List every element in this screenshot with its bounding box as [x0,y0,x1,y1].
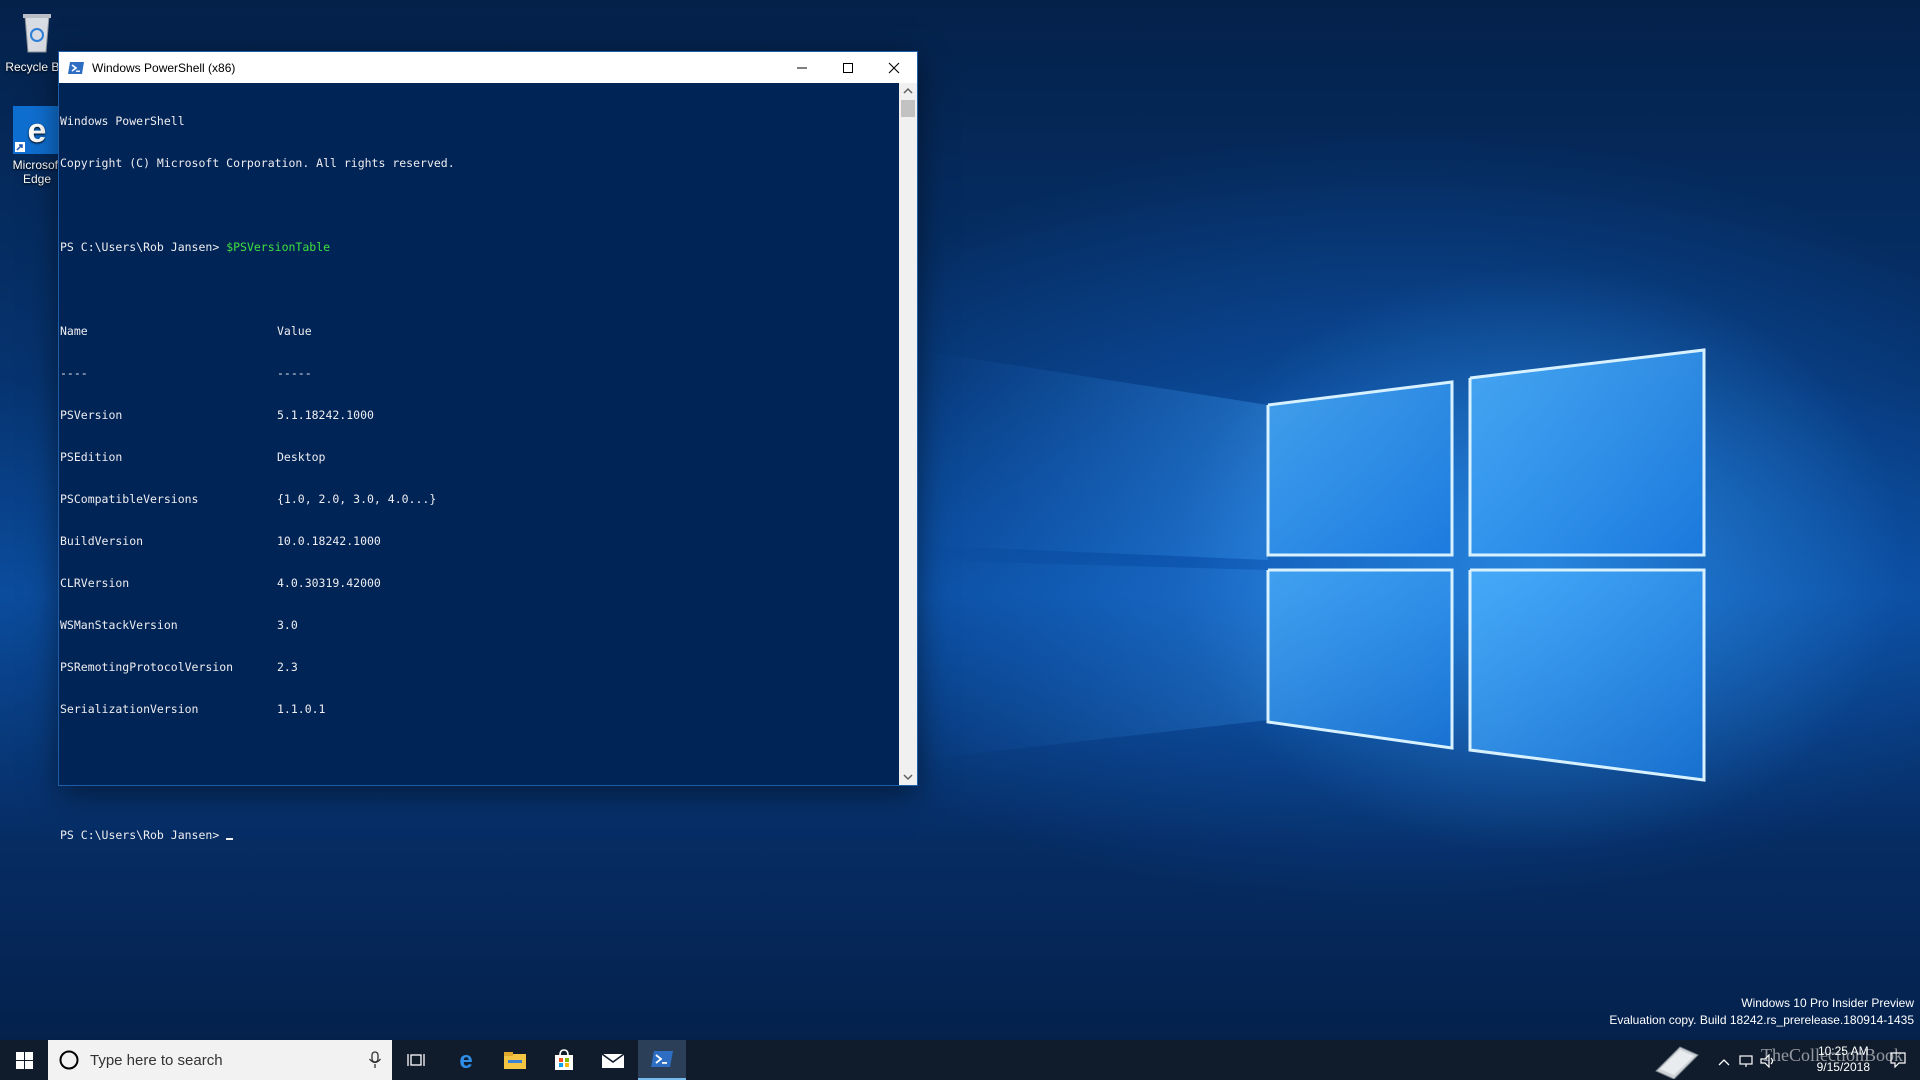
system-tray: TheCollectionBook 10:25 AM 9/15/2018 [1650,1040,1920,1080]
search-placeholder: Type here to search [90,1051,223,1069]
powershell-window[interactable]: Windows PowerShell (x86) Windows PowerSh… [59,52,917,842]
scroll-down-arrow-icon[interactable] [903,773,913,781]
prompt-text: PS C:\Users\Rob Jansen> [60,240,220,254]
table-rule-row: ---- ----- [60,366,899,380]
clock-time: 10:25 AM [1817,1044,1869,1058]
table-cell-value: 5.1.18242.1000 [277,408,374,422]
taskbar-mail[interactable] [589,1040,637,1080]
maximize-icon [843,62,853,73]
table-cell-name: CLRVersion [60,576,130,590]
taskbar-clock[interactable]: 10:25 AM 9/15/2018 [1817,1043,1870,1075]
store-icon [555,1049,573,1070]
start-button[interactable] [0,1040,48,1080]
banner-line: Windows PowerShell [60,114,185,128]
taskbar-edge[interactable]: e [442,1040,490,1080]
cortana-icon [59,1050,79,1070]
minimize-button[interactable] [779,52,825,83]
windows-logo-icon [15,1051,33,1069]
command-text: $PSVersionTable [226,240,331,254]
action-center-icon[interactable] [1890,1052,1906,1068]
table-cell-name: SerializationVersion [60,702,199,716]
table-cell-name: PSRemotingProtocolVersion [60,660,234,674]
table-rule-value: ----- [277,366,312,380]
recycle-bin-icon [13,8,61,56]
table-cell-name: PSVersion [60,408,123,422]
banner-line: Copyright (C) Microsoft Corporation. All… [60,156,455,170]
table-row: SerializationVersion 1.1.0.1 [60,702,899,716]
table-row: PSRemotingProtocolVersion 2.3 [60,660,899,674]
table-cell-name: PSCompatibleVersions [60,492,199,506]
taskbar-powershell[interactable] [638,1040,686,1080]
window-titlebar[interactable]: Windows PowerShell (x86) [59,52,917,83]
table-row: PSEdition Desktop [60,450,899,464]
table-cell-value: 2.3 [277,660,298,674]
table-cell-value: 3.0 [277,618,298,632]
close-button[interactable] [871,52,917,83]
watermark-edition: Windows 10 Pro Insider Preview [1741,996,1914,1010]
show-hidden-icons-icon[interactable] [1718,1058,1730,1066]
table-cell-value: {1.0, 2.0, 3.0, 4.0...} [277,492,437,506]
active-prompt-line[interactable]: PS C:\Users\Rob Jansen> [60,828,899,842]
text-cursor [226,838,234,840]
maximize-button[interactable] [825,52,871,83]
taskbar: Type here to search e TheCollectionBook … [0,1040,1920,1080]
file-explorer-icon [504,1052,526,1069]
taskbar-search-box[interactable]: Type here to search [48,1040,392,1080]
close-icon [888,62,900,73]
evaluation-watermark: Windows 10 Pro Insider Preview Evaluatio… [1609,995,1914,1029]
table-row: CLRVersion 4.0.30319.42000 [60,576,899,590]
table-row: PSVersion 5.1.18242.1000 [60,408,899,422]
vertical-scrollbar[interactable] [899,83,917,785]
table-cell-value: 10.0.18242.1000 [277,534,381,548]
powershell-icon [651,1051,673,1067]
microphone-icon[interactable] [368,1051,382,1069]
svg-text:e: e [28,112,47,150]
minimize-icon [797,67,807,68]
table-header-name: Name [60,324,88,338]
watermark-build: Evaluation copy. Build 18242.rs_prerelea… [1609,1013,1914,1027]
scrollbar-thumb[interactable] [901,100,915,117]
table-header-value: Value [277,324,312,338]
table-rule-name: ---- [60,366,88,380]
edge-icon: e [459,1048,472,1072]
table-cell-name: BuildVersion [60,534,144,548]
mail-icon [601,1053,625,1068]
clock-date: 9/15/2018 [1816,1060,1870,1074]
window-title: Windows PowerShell (x86) [92,60,236,75]
network-icon[interactable] [1738,1054,1754,1068]
task-view-icon [407,1054,425,1066]
taskbar-file-explorer[interactable] [491,1040,539,1080]
table-row: PSCompatibleVersions {1.0, 2.0, 3.0, 4.0.… [60,492,899,506]
table-row: WSManStackVersion 3.0 [60,618,899,632]
table-cell-name: PSEdition [60,450,123,464]
table-cell-value: Desktop [277,450,326,464]
taskbar-store[interactable] [540,1040,588,1080]
svg-text:e: e [459,1048,472,1072]
powershell-icon [68,61,84,74]
table-cell-value: 1.1.0.1 [277,702,326,716]
table-header-row: Name Value [60,324,899,338]
table-cell-name: WSManStackVersion [60,618,178,632]
table-row: BuildVersion 10.0.18242.1000 [60,534,899,548]
table-cell-value: 4.0.30319.42000 [277,576,381,590]
command-line: PS C:\Users\Rob Jansen> $PSVersionTable [60,240,899,254]
edge-icon: e [13,106,61,154]
console-output[interactable]: Windows PowerShell Copyright (C) Microso… [59,83,899,842]
volume-icon[interactable] [1760,1054,1776,1068]
task-view-button[interactable] [392,1040,440,1080]
prompt-text: PS C:\Users\Rob Jansen> [60,828,220,842]
brand-logo-icon [1655,1046,1699,1079]
scroll-up-arrow-icon[interactable] [903,87,913,95]
